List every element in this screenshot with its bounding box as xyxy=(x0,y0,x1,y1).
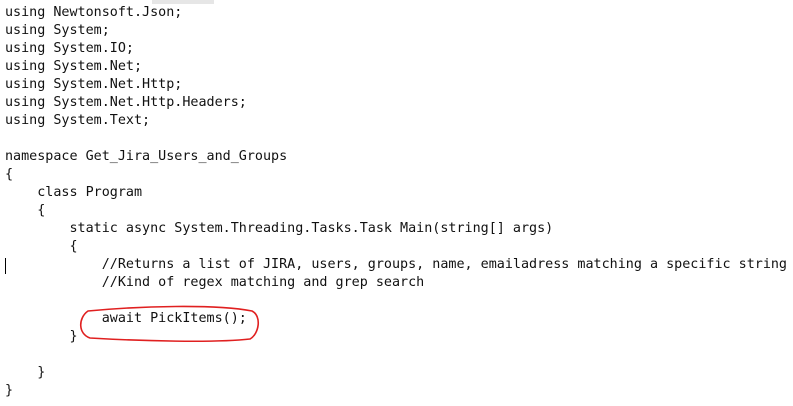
code-editor[interactable]: using Newtonsoft.Json; using System; using… xyxy=(0,0,793,406)
code-line-21: } xyxy=(5,365,46,380)
code-line-14: { xyxy=(5,239,78,254)
code-line-11: class Program xyxy=(5,185,143,200)
code-line-22: } xyxy=(5,383,14,398)
code-text[interactable]: using Newtonsoft.Json; using System; using… xyxy=(5,4,787,400)
code-line-9: namespace Get_Jira_Users_and_Groups xyxy=(5,149,288,164)
code-line-19: } xyxy=(5,329,78,344)
code-line-16: //Kind of regex matching and grep search xyxy=(5,275,425,290)
code-line-12: { xyxy=(5,203,46,218)
code-line-4: using System.Net; xyxy=(5,59,143,74)
code-line-1: using Newtonsoft.Json; xyxy=(5,5,183,20)
code-line-5: using System.Net.Http; xyxy=(5,77,183,92)
code-line-13: static async System.Threading.Tasks.Task… xyxy=(5,221,554,236)
code-line-6: using System.Net.Http.Headers; xyxy=(5,95,247,110)
code-line-15: //Returns a list of JIRA, users, groups,… xyxy=(5,257,787,272)
code-line-10: { xyxy=(5,167,14,182)
text-cursor xyxy=(5,258,6,274)
code-line-18: await PickItems(); xyxy=(5,311,247,326)
code-line-3: using System.IO; xyxy=(5,41,134,56)
code-line-2: using System; xyxy=(5,23,110,38)
code-line-7: using System.Text; xyxy=(5,113,151,128)
